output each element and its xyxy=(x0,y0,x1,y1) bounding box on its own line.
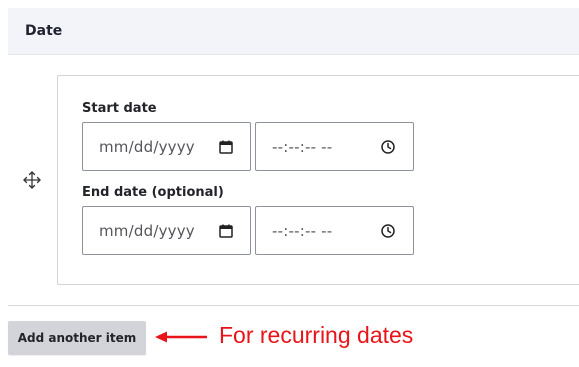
section-divider xyxy=(8,305,579,306)
end-date-label: End date (optional) xyxy=(82,185,224,200)
end-time-input[interactable]: --:--:-- -- xyxy=(255,206,414,255)
annotation-arrow-icon xyxy=(155,331,207,343)
section-header: Date xyxy=(8,8,579,55)
drag-move-icon[interactable] xyxy=(22,170,42,190)
start-time-input[interactable]: --:--:-- -- xyxy=(255,122,414,171)
end-date-placeholder: mm/dd/yyyy xyxy=(99,222,195,240)
calendar-icon[interactable] xyxy=(218,223,234,239)
clock-icon[interactable] xyxy=(380,223,396,239)
start-time-placeholder: --:--:-- -- xyxy=(272,138,333,156)
end-time-placeholder: --:--:-- -- xyxy=(272,222,333,240)
end-date-input[interactable]: mm/dd/yyyy xyxy=(82,206,251,255)
clock-icon[interactable] xyxy=(380,139,396,155)
annotation-text: For recurring dates xyxy=(219,322,414,348)
start-date-placeholder: mm/dd/yyyy xyxy=(99,138,195,156)
section-title: Date xyxy=(25,23,63,39)
start-date-input[interactable]: mm/dd/yyyy xyxy=(82,122,251,171)
start-date-label: Start date xyxy=(82,101,157,116)
calendar-icon[interactable] xyxy=(218,139,234,155)
add-another-item-button[interactable]: Add another item xyxy=(8,321,146,355)
